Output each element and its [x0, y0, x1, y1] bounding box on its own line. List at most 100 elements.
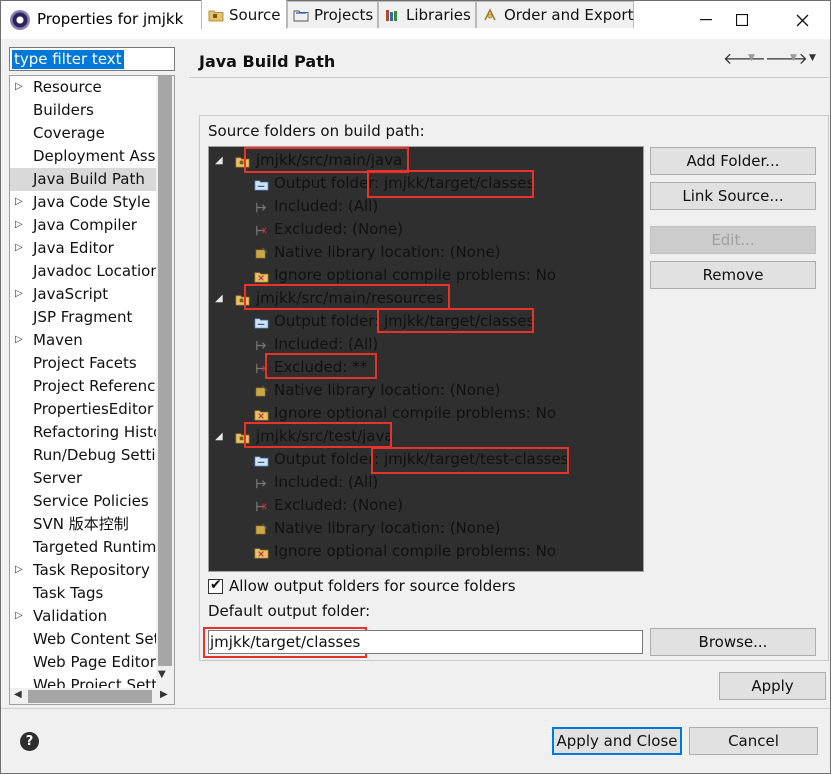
expand-arrow-icon[interactable]: ▷ [15, 559, 23, 581]
sidebar-item[interactable]: Service Policies [10, 490, 156, 513]
collapse-arrow-icon[interactable]: ◢ [215, 287, 223, 310]
source-attribute-row[interactable]: Included: (All) [209, 195, 643, 218]
attribute-label: Native library location: (None) [274, 381, 501, 399]
sidebar-item[interactable]: ▷ Resource [10, 76, 156, 99]
apply-and-close-button[interactable]: Apply and Close [552, 727, 682, 755]
expand-arrow-icon[interactable]: ▷ [15, 76, 23, 98]
sidebar-item[interactable]: ▷ Java Compiler [10, 214, 156, 237]
scroll-right-icon[interactable]: ▶ [160, 689, 168, 700]
source-attribute-row[interactable]: Output folder: jmjkk/target/classes [209, 172, 643, 195]
sidebar-item[interactable]: Java Build Path [10, 168, 156, 191]
source-folder-row[interactable]: ◢ jmjkk/src/test/java [209, 425, 643, 448]
scroll-down-icon[interactable]: ▼ [158, 669, 166, 680]
tab-projects[interactable]: Projects [287, 1, 378, 28]
sidebar-item[interactable]: Task Tags [10, 582, 156, 605]
expand-arrow-icon[interactable]: ▷ [15, 605, 23, 627]
sidebar-item[interactable]: ▷ JavaScript [10, 283, 156, 306]
source-attribute-row[interactable]: Ignore optional compile problems: No [209, 540, 643, 563]
expand-arrow-icon[interactable]: ▷ [15, 214, 23, 236]
ignore-problems-icon [254, 406, 269, 421]
sidebar-item[interactable]: Project References [10, 375, 156, 398]
filter-input[interactable]: type filter text [9, 47, 175, 71]
maximize-icon [736, 14, 748, 26]
source-attribute-row[interactable]: Excluded: (None) [209, 218, 643, 241]
attribute-value: jmjkk/target/classes [383, 312, 535, 330]
sidebar-item[interactable]: ▷ Java Code Style [10, 191, 156, 214]
allow-output-folders-checkbox[interactable]: ✔ [208, 577, 223, 594]
attribute-text: Output folder: jmjkk/target/classes [274, 172, 534, 195]
horizontal-scrollbar[interactable]: ◀ ▶ [10, 688, 174, 704]
tab-libraries[interactable]: Libraries [378, 1, 476, 28]
scroll-left-icon[interactable]: ◀ [14, 689, 22, 700]
source-attribute-row[interactable]: Included: (All) [209, 333, 643, 356]
sidebar-item[interactable]: ▷ Task Repository [10, 559, 156, 582]
attribute-label: Ignore optional compile problems: No [274, 404, 557, 422]
sidebar-item[interactable]: Project Facets [10, 352, 156, 375]
attribute-text: Excluded: (None) [274, 218, 403, 241]
add-folder-button[interactable]: Add Folder... [650, 147, 816, 175]
help-icon[interactable]: ? [20, 732, 39, 751]
source-attribute-row[interactable]: Ignore optional compile problems: No [209, 264, 643, 287]
tab-order-and-export[interactable]: Order and Export [476, 1, 634, 28]
sidebar-item[interactable]: Coverage [10, 122, 156, 145]
tab-source[interactable]: Source [201, 0, 287, 29]
source-attribute-row[interactable]: Output folder: jmjkk/target/classes [209, 310, 643, 333]
horizontal-scroll-thumb[interactable] [28, 690, 152, 703]
browse-button[interactable]: Browse... [650, 628, 816, 656]
sidebar-item[interactable]: Server [10, 467, 156, 490]
expand-arrow-icon[interactable]: ▷ [15, 237, 23, 259]
collapse-arrow-icon[interactable]: ◢ [215, 425, 223, 448]
sidebar-item[interactable]: Javadoc Location [10, 260, 156, 283]
sidebar-item[interactable]: SVN 版本控制 [10, 513, 156, 536]
maximize-button[interactable] [719, 1, 765, 39]
default-output-folder-input[interactable]: jmjkk/target/classes [208, 630, 643, 654]
source-attribute-row[interactable]: Native library location: (None) [209, 241, 643, 264]
close-button[interactable] [779, 1, 825, 39]
source-attribute-row[interactable]: Excluded: (None) [209, 494, 643, 517]
cancel-button[interactable]: Cancel [689, 727, 818, 755]
attribute-label: Output folder: [274, 174, 384, 192]
source-folder-row[interactable]: ◢ jmjkk/src/main/resources [209, 287, 643, 310]
sidebar-item[interactable]: Web Content Settings [10, 628, 156, 651]
forward-arrow-icon[interactable]: 🡒 [765, 48, 808, 68]
source-attribute-row[interactable]: Output folder: jmjkk/target/test-classes [209, 448, 643, 471]
sidebar-item[interactable]: Run/Debug Settings [10, 444, 156, 467]
sidebar-item[interactable]: ▷ Validation [10, 605, 156, 628]
back-arrow-icon[interactable]: 🡐 [723, 48, 766, 68]
back-dropdown-icon[interactable]: ▼ [748, 53, 755, 63]
sidebar-item[interactable]: ▷ Java Editor [10, 237, 156, 260]
remove-button[interactable]: Remove [650, 261, 816, 289]
source-attribute-row[interactable]: Native library location: (None) [209, 517, 643, 540]
apply-button[interactable]: Apply [719, 672, 826, 700]
expand-arrow-icon[interactable]: ▷ [15, 191, 23, 213]
vertical-scrollbar[interactable]: ▼ [156, 76, 174, 688]
expand-arrow-icon[interactable]: ▷ [15, 283, 23, 305]
sidebar-item-label: PropertiesEditor [33, 400, 154, 418]
tab-source-label: Source [229, 6, 281, 24]
sidebar-item-label: Validation [33, 607, 108, 625]
expand-arrow-icon[interactable]: ▷ [15, 329, 23, 351]
source-attribute-row[interactable]: Native library location: (None) [209, 379, 643, 402]
sidebar-item-label: Server [33, 469, 83, 487]
view-menu-icon[interactable]: ▼ [809, 53, 816, 63]
source-attribute-row[interactable]: Excluded: ** [209, 356, 643, 379]
forward-dropdown-icon[interactable]: ▼ [790, 53, 797, 63]
sidebar-item[interactable]: Builders [10, 99, 156, 122]
sidebar-item[interactable]: Refactoring History [10, 421, 156, 444]
collapse-arrow-icon[interactable]: ◢ [215, 149, 223, 172]
sidebar-item[interactable]: JSP Fragment [10, 306, 156, 329]
source-attribute-row[interactable]: Ignore optional compile problems: No [209, 402, 643, 425]
source-attribute-row[interactable]: Included: (All) [209, 471, 643, 494]
sidebar-item[interactable]: ▷ Maven [10, 329, 156, 352]
sidebar-item[interactable]: Deployment Assembly [10, 145, 156, 168]
link-source-button[interactable]: Link Source... [650, 182, 816, 210]
vertical-scroll-thumb[interactable] [158, 76, 172, 666]
edit-button[interactable]: Edit... [650, 226, 816, 254]
sidebar-item[interactable]: Web Page Editor [10, 651, 156, 674]
sidebar-item[interactable]: PropertiesEditor [10, 398, 156, 421]
properties-dialog: Properties for jmjkk type filter text ▷ R… [0, 0, 831, 774]
included-icon [254, 337, 269, 352]
sidebar-item[interactable]: Web Project Settings [10, 674, 156, 688]
source-folder-row[interactable]: ◢ jmjkk/src/main/java [209, 149, 643, 172]
sidebar-item[interactable]: Targeted Runtimes [10, 536, 156, 559]
